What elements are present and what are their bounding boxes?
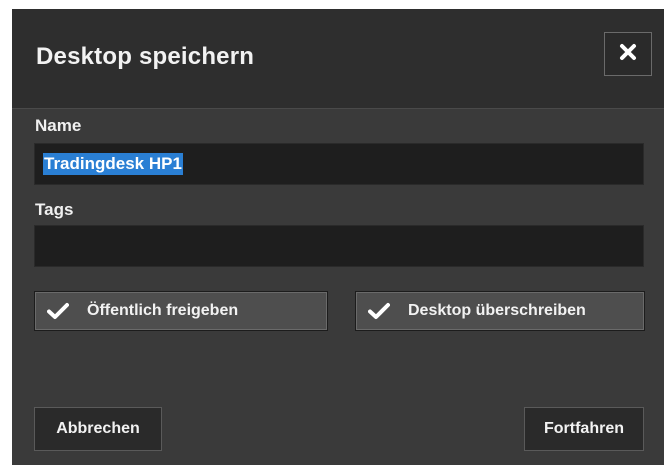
share-publicly-toggle[interactable]: Öffentlich freigeben <box>34 291 328 331</box>
name-label: Name <box>35 116 82 135</box>
tags-input[interactable] <box>34 225 644 267</box>
dialog-header: Desktop speichern <box>12 9 664 109</box>
close-button[interactable] <box>604 32 652 76</box>
tags-label: Tags <box>35 200 74 219</box>
name-input[interactable]: Tradingdesk HP1 <box>34 143 644 185</box>
overwrite-desktop-toggle[interactable]: Desktop überschreiben <box>355 291 645 331</box>
continue-button[interactable]: Fortfahren <box>524 407 644 451</box>
dialog-title: Desktop speichern <box>36 43 255 70</box>
checkmark-icon <box>368 301 392 321</box>
checkmark-icon <box>47 301 71 321</box>
share-publicly-label: Öffentlich freigeben <box>87 302 239 319</box>
name-input-value: Tradingdesk HP1 <box>43 153 183 175</box>
close-icon <box>619 43 637 66</box>
cancel-button[interactable]: Abbrechen <box>34 407 162 451</box>
save-desktop-dialog: Desktop speichern Name Tradingdesk HP1 T… <box>12 9 664 465</box>
overwrite-desktop-label: Desktop überschreiben <box>408 302 586 319</box>
